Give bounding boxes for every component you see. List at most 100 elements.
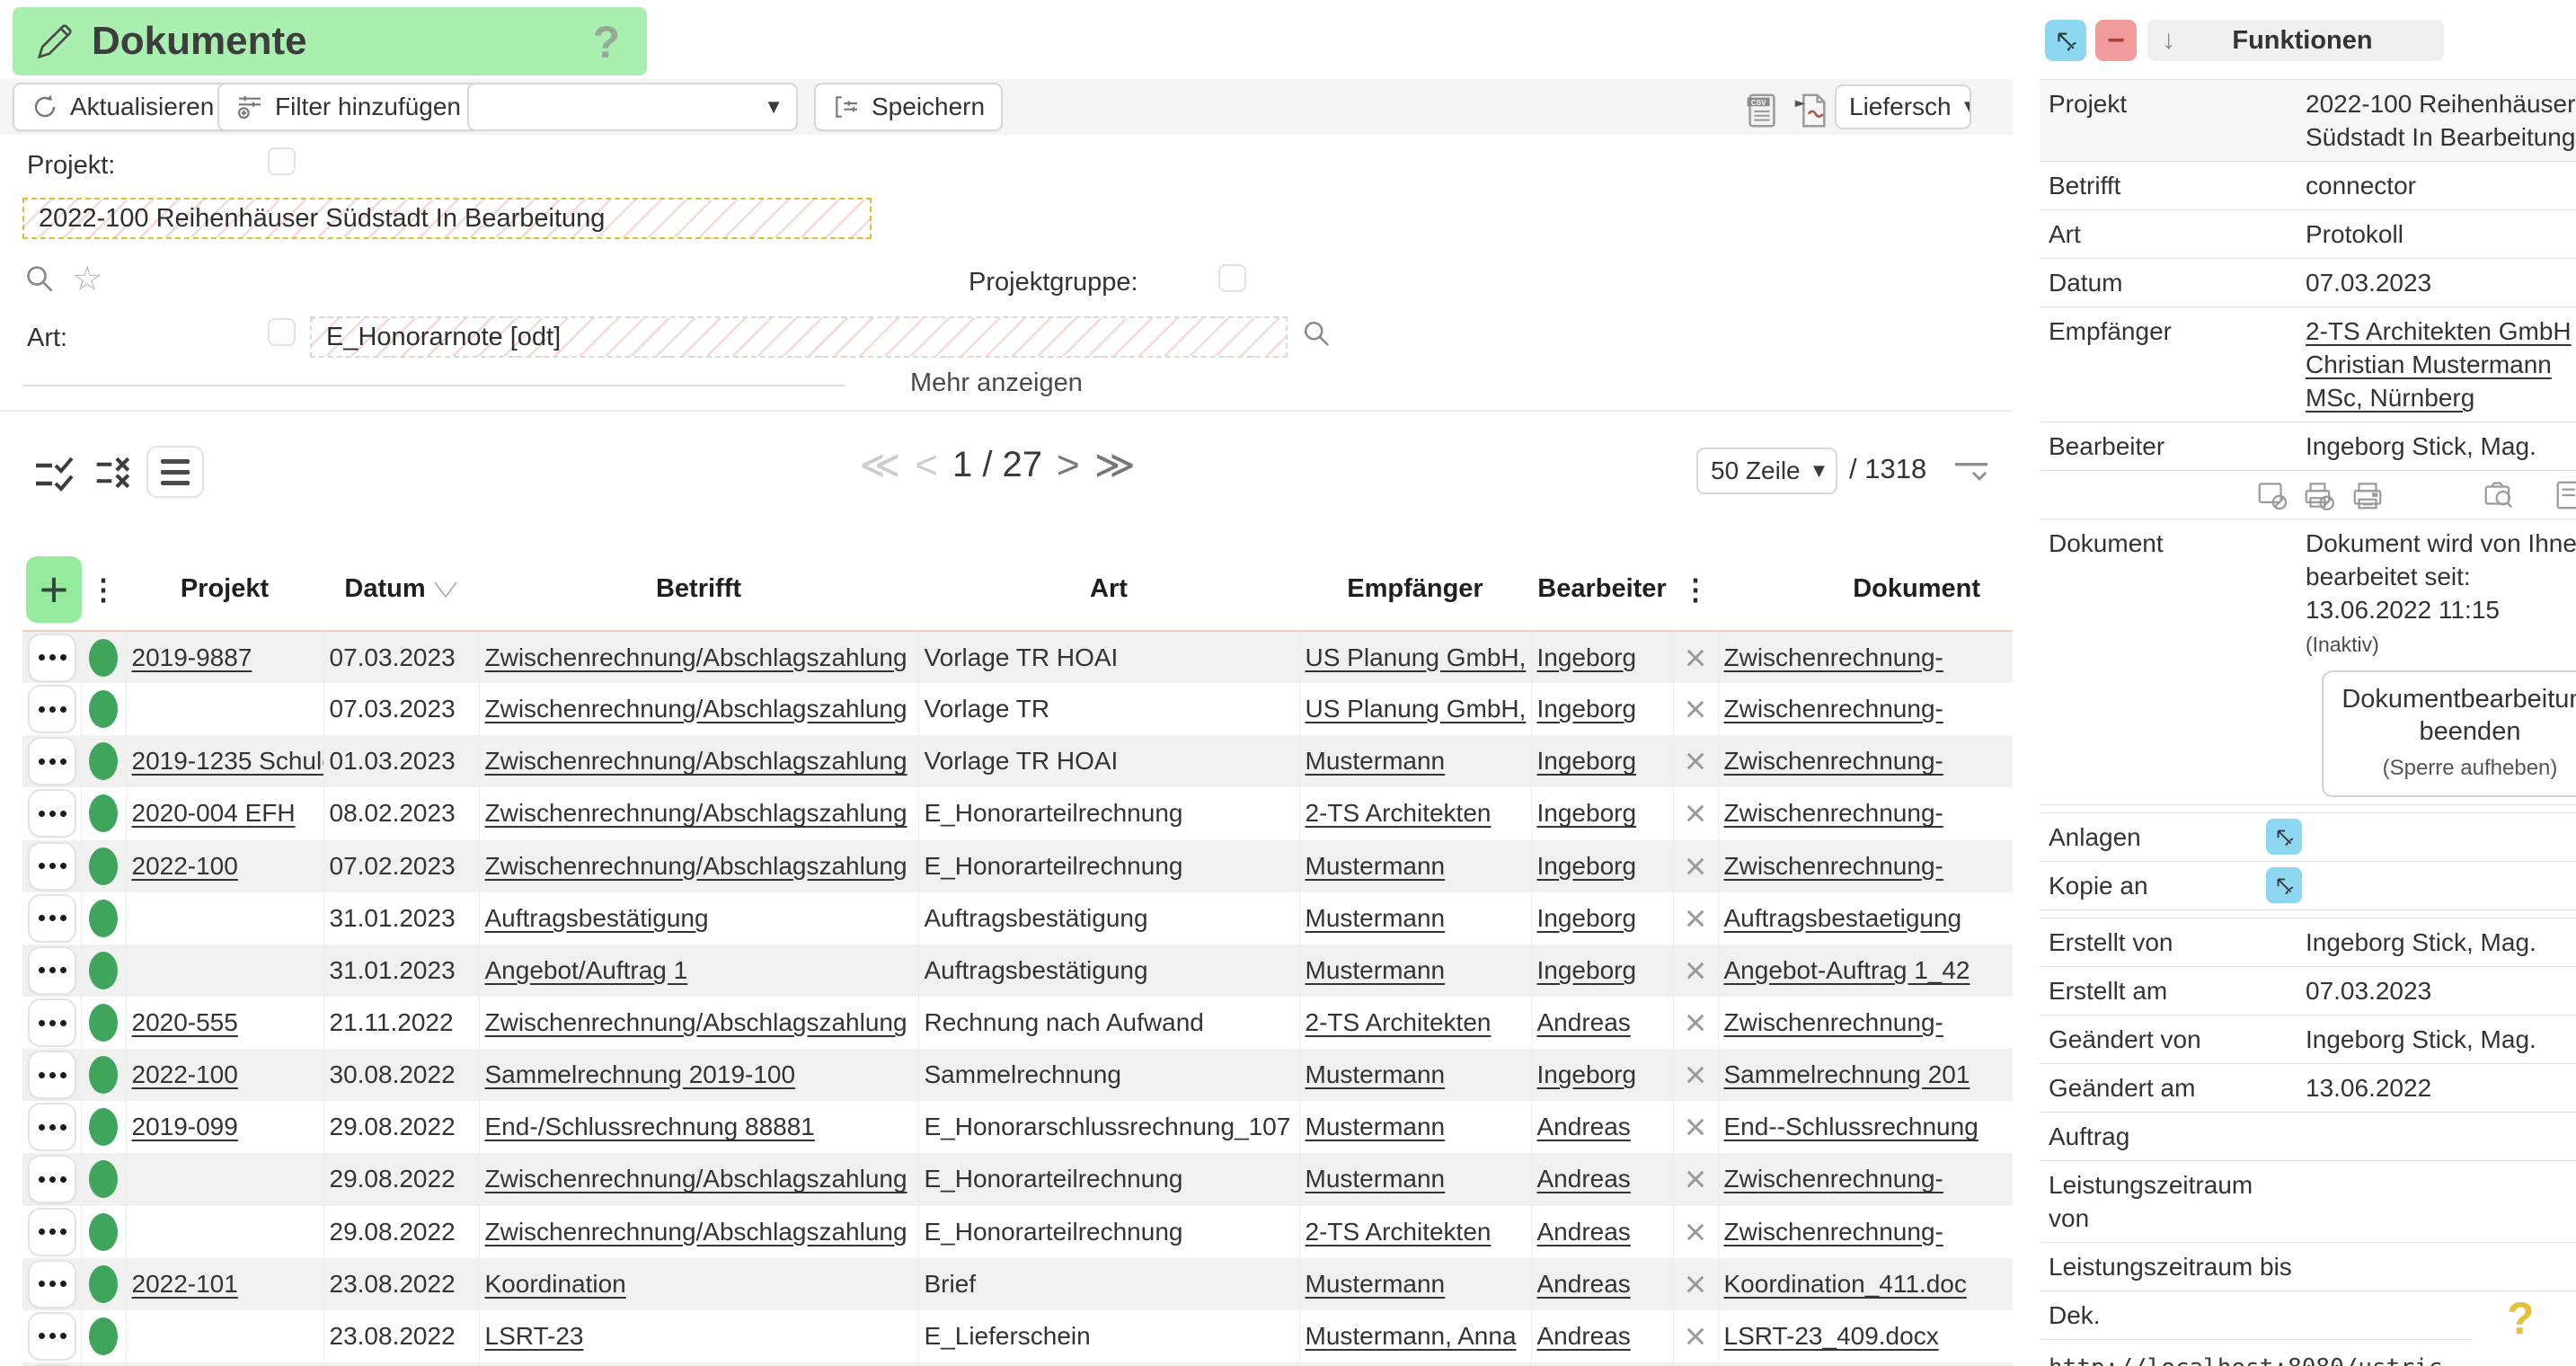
cell-bearbeiter[interactable]: Andreas bbox=[1537, 1322, 1631, 1350]
row-actions-button[interactable] bbox=[28, 789, 76, 838]
cell-bearbeiter[interactable]: Ingeborg bbox=[1537, 747, 1637, 775]
help-icon[interactable]: ? bbox=[592, 16, 620, 68]
column-header-art[interactable]: Art bbox=[918, 548, 1299, 631]
column-menu-icon[interactable]: ⋮ bbox=[89, 573, 118, 606]
art-filter-checkbox[interactable] bbox=[268, 318, 296, 346]
select-all-icon[interactable] bbox=[32, 451, 79, 498]
remove-icon[interactable]: × bbox=[1679, 845, 1713, 888]
count-menu-icon[interactable] bbox=[1952, 455, 1991, 487]
row-actions-button[interactable] bbox=[28, 1312, 76, 1361]
row-actions-button[interactable] bbox=[28, 685, 76, 733]
export-csv-icon[interactable]: CSV bbox=[1741, 90, 1783, 131]
cell-empfaenger[interactable]: Mustermann bbox=[1306, 1113, 1446, 1140]
cell-bearbeiter[interactable]: Ingeborg bbox=[1537, 643, 1637, 671]
cell-bearbeiter[interactable]: Andreas bbox=[1537, 1270, 1631, 1298]
list-menu-button[interactable] bbox=[146, 446, 204, 498]
column-header-betrifft[interactable]: Betrifft bbox=[479, 548, 918, 631]
cell-empfaenger[interactable]: Mustermann bbox=[1306, 904, 1446, 932]
collapse-panel-button[interactable]: − bbox=[2095, 20, 2137, 61]
cell-bearbeiter[interactable]: Ingeborg bbox=[1537, 799, 1637, 827]
previous-page-icon[interactable]: < bbox=[915, 443, 938, 488]
remove-icon[interactable]: × bbox=[1679, 740, 1713, 783]
cell-betrifft[interactable]: End-/Schlussrechnung 88881 bbox=[485, 1113, 815, 1140]
document-icon[interactable] bbox=[2554, 478, 2576, 512]
cell-betrifft[interactable]: Zwischenrechnung/Abschlagszahlung bbox=[485, 747, 907, 775]
column-header-bearbeiter[interactable]: Bearbeiter bbox=[1531, 548, 1673, 631]
favorite-star-icon[interactable]: ☆ bbox=[72, 259, 102, 299]
cell-projekt[interactable]: 2019-1235 Schule bbox=[132, 747, 324, 775]
cell-betrifft[interactable]: Zwischenrechnung/Abschlagszahlung bbox=[485, 1218, 907, 1246]
cell-empfaenger[interactable]: Mustermann bbox=[1306, 1270, 1446, 1298]
select-mode-button[interactable] bbox=[2045, 20, 2086, 61]
row-actions-button[interactable] bbox=[28, 1155, 76, 1203]
cell-betrifft[interactable]: Zwischenrechnung/Abschlagszahlung bbox=[485, 695, 907, 723]
save-button[interactable]: Speichern bbox=[814, 83, 1003, 131]
cell-bearbeiter[interactable]: Ingeborg bbox=[1537, 904, 1637, 932]
remove-icon[interactable]: × bbox=[1679, 636, 1713, 679]
row-actions-button[interactable] bbox=[28, 842, 76, 891]
cell-dokument[interactable]: Sammelrechnung 201 bbox=[1724, 1060, 1970, 1088]
cell-empfaenger[interactable]: Mustermann bbox=[1306, 956, 1446, 984]
table-row[interactable]: 29.08.2022 Zwischenrechnung/Abschlagszah… bbox=[22, 1153, 2013, 1205]
column-menu-icon[interactable]: ⋮ bbox=[1681, 573, 1710, 606]
first-page-icon[interactable]: ≪ bbox=[859, 442, 900, 488]
cell-betrifft[interactable]: Zwischenrechnung/Abschlagszahlung bbox=[485, 643, 907, 671]
cell-dokument[interactable]: End--Schlussrechnung bbox=[1724, 1113, 1978, 1140]
show-more-link[interactable]: Mehr anzeigen bbox=[910, 368, 1083, 398]
search-icon[interactable] bbox=[1301, 318, 1333, 350]
pick-attachments-button[interactable] bbox=[2266, 819, 2302, 855]
cell-projekt[interactable]: 2020-004 EFH bbox=[132, 799, 296, 827]
table-row[interactable]: 23.08.2022 LSRT-23 E_Lieferschein Muster… bbox=[22, 1310, 2013, 1362]
cell-dokument[interactable]: Angebot-Auftrag 1_42 bbox=[1724, 956, 1970, 984]
table-row[interactable]: 2022-101 23.08.2022 Koordination Brief M… bbox=[22, 1258, 2013, 1310]
cell-dokument[interactable]: Zwischenrechnung- bbox=[1724, 852, 1943, 880]
cell-bearbeiter[interactable]: Andreas bbox=[1537, 1113, 1631, 1140]
cell-empfaenger[interactable]: US Planung GmbH, bbox=[1306, 695, 1527, 723]
cell-betrifft[interactable]: Zwischenrechnung/Abschlagszahlung bbox=[485, 1165, 907, 1193]
cell-empfaenger[interactable]: Mustermann, Anna bbox=[1306, 1322, 1517, 1350]
remove-icon[interactable]: × bbox=[1679, 1053, 1713, 1096]
cell-dokument[interactable]: Zwischenrechnung- bbox=[1724, 747, 1943, 775]
pick-copy-recipient-button[interactable] bbox=[2266, 867, 2302, 903]
cell-bearbeiter[interactable]: Ingeborg bbox=[1537, 852, 1637, 880]
cell-projekt[interactable]: 2022-101 bbox=[132, 1270, 238, 1298]
remove-icon[interactable]: × bbox=[1679, 897, 1713, 940]
row-actions-button[interactable] bbox=[28, 1051, 76, 1099]
unlock-document-button[interactable]: Dokumentbearbeitung beenden (Sperre aufh… bbox=[2322, 670, 2576, 797]
cell-betrifft[interactable]: Zwischenrechnung/Abschlagszahlung bbox=[485, 852, 907, 880]
cell-bearbeiter[interactable]: Ingeborg bbox=[1537, 695, 1637, 723]
cell-betrifft[interactable]: Zwischenrechnung/Abschlagszahlung bbox=[485, 799, 907, 827]
cell-betrifft[interactable]: Zwischenrechnung/Abschlagszahlung bbox=[485, 1008, 907, 1036]
functions-header[interactable]: ↓ Funktionen bbox=[2147, 20, 2444, 61]
projektgruppe-checkbox[interactable] bbox=[1218, 264, 1246, 292]
cell-projekt[interactable]: 2019-9887 bbox=[132, 643, 252, 671]
print-icon[interactable] bbox=[2350, 478, 2385, 512]
export-pdf-icon[interactable] bbox=[1790, 90, 1831, 131]
cell-empfaenger[interactable]: 2-TS Architekten bbox=[1306, 1218, 1492, 1246]
column-header-projekt[interactable]: Projekt bbox=[126, 548, 323, 631]
art-filter-input[interactable]: E_Honorarnote [odt] bbox=[310, 316, 1288, 358]
row-actions-button[interactable] bbox=[28, 946, 76, 995]
deselect-all-icon[interactable] bbox=[93, 451, 137, 494]
cell-dokument[interactable]: LSRT-23_409.docx bbox=[1724, 1322, 1939, 1350]
cell-empfaenger[interactable]: Mustermann bbox=[1306, 1060, 1446, 1088]
projekt-filter-checkbox[interactable] bbox=[268, 147, 296, 175]
export-format-select[interactable]: Liefersch ▼ bbox=[1835, 84, 1971, 129]
cell-bearbeiter[interactable]: Andreas bbox=[1537, 1218, 1631, 1246]
row-actions-button[interactable] bbox=[28, 1103, 76, 1151]
cell-bearbeiter[interactable]: Ingeborg bbox=[1537, 1060, 1637, 1088]
cell-dokument[interactable]: Zwischenrechnung- bbox=[1724, 1008, 1943, 1036]
remove-icon[interactable]: × bbox=[1679, 1158, 1713, 1201]
print-disabled-icon[interactable] bbox=[2302, 478, 2336, 512]
cell-dokument[interactable]: Auftragsbestaetigung bbox=[1724, 904, 1962, 932]
table-row[interactable]: 2019-9887 07.03.2023 Zwischenrechnung/Ab… bbox=[22, 631, 2013, 683]
table-row[interactable]: 2019-1235 Schule 01.03.2023 Zwischenrech… bbox=[22, 735, 2013, 787]
row-actions-button[interactable] bbox=[28, 634, 76, 682]
remove-icon[interactable]: × bbox=[1679, 1001, 1713, 1044]
row-actions-button[interactable] bbox=[28, 737, 76, 785]
document-url[interactable]: http://localhost:8080/ustrich/open/corre… bbox=[2040, 1339, 2471, 1366]
table-row[interactable]: 31.01.2023 Angebot/Auftrag 1 Auftragsbes… bbox=[22, 945, 2013, 997]
scan-document-icon[interactable] bbox=[2482, 478, 2516, 512]
cell-projekt[interactable]: 2022-100 bbox=[132, 852, 238, 880]
next-page-icon[interactable]: > bbox=[1057, 443, 1080, 488]
